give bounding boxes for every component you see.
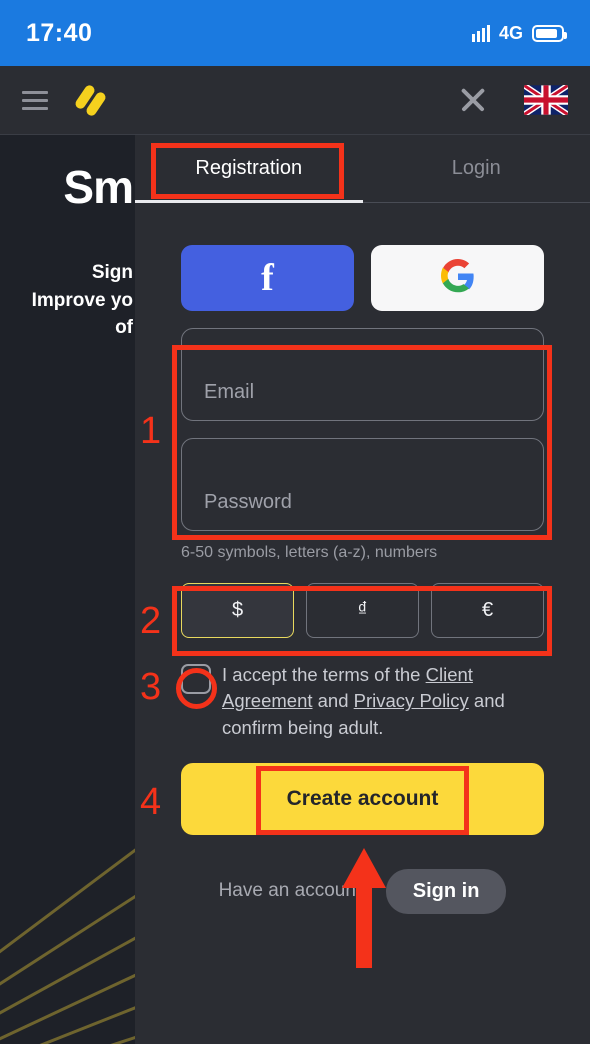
google-g-icon [440,258,475,298]
auth-modal: Registration Login f Email Password 6-50… [135,135,590,1044]
password-field[interactable]: Password [181,438,544,531]
auth-modal-body: f Email Password 6-50 symbols, letters (… [135,203,590,914]
brand-logo-icon[interactable] [73,83,108,118]
status-indicators: 4G [471,22,567,44]
status-bar: 17:40 4G [0,0,590,66]
social-login-row: f [181,245,544,311]
terms-row: I accept the terms of the Client Agreeme… [181,662,544,741]
decorative-fan-lines [0,848,135,1044]
background-page: Sm Sign Improve yo of [0,135,135,1044]
background-subtext-line-3: of [115,317,133,339]
terms-text-part-1: I accept the terms of the [222,664,426,685]
currency-option-vnd[interactable]: ₫ [306,583,419,638]
status-clock: 17:40 [26,18,93,47]
currency-option-eur[interactable]: € [431,583,544,638]
background-page-text: Sm Sign Improve yo of [0,135,135,495]
google-login-button[interactable] [371,245,544,311]
background-subtext-line-1: Sign [91,262,133,283]
background-heading: Sm [63,161,134,213]
uk-flag-icon[interactable] [524,85,568,115]
signal-bars-icon [471,24,490,42]
close-icon[interactable] [456,83,490,117]
sign-in-button[interactable]: Sign in [385,868,507,914]
password-placeholder: Password [204,491,292,513]
hamburger-menu-icon[interactable] [22,90,48,110]
auth-tabs: Registration Login [135,135,590,203]
have-account-label: Have an account? [218,880,372,902]
privacy-policy-link[interactable]: Privacy Policy [354,690,469,711]
battery-icon [532,24,567,42]
app-bar [0,66,590,135]
currency-option-usd[interactable]: $ [181,583,294,638]
email-placeholder: Email [204,381,255,403]
terms-text: I accept the terms of the Client Agreeme… [222,662,544,741]
tab-registration[interactable]: Registration [135,135,363,203]
currency-selector: $ ₫ € [181,583,544,638]
tab-login[interactable]: Login [363,135,590,202]
terms-text-part-2: and [312,690,354,712]
facebook-f-icon: f [261,257,274,299]
facebook-login-button[interactable]: f [181,245,354,311]
background-subtext-line-2: Improve yo [31,289,133,311]
email-field[interactable]: Email [181,328,544,421]
terms-checkbox[interactable] [181,664,211,694]
footer-row: Have an account? Sign in [181,868,544,914]
network-type-label: 4G [498,22,523,43]
password-hint: 6-50 symbols, letters (a-z), numbers [181,544,438,561]
background-subtext: Sign Improve yo of [0,259,133,342]
create-account-button[interactable]: Create account [181,762,544,835]
